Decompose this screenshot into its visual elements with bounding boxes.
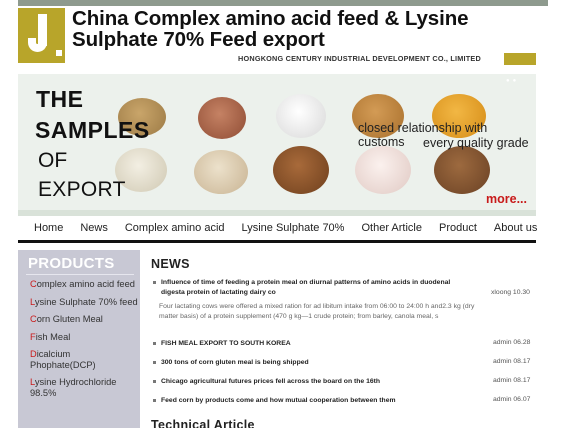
news-item[interactable]: Chicago agricultural futures prices fell… bbox=[153, 377, 380, 387]
news-meta: admin 08.17 bbox=[493, 358, 531, 365]
news-excerpt-line1: Four lactating cows were offered a mixed… bbox=[159, 303, 475, 310]
sidebar-item-lysine-sulphate[interactable]: Lysine Sulphate 70% feed bbox=[30, 297, 138, 308]
site-title-line1: China Complex amino acid feed & Lysine bbox=[72, 7, 469, 30]
news-item[interactable]: FISH MEAL EXPORT TO SOUTH KOREA bbox=[153, 339, 291, 349]
bullet-icon bbox=[153, 398, 156, 402]
nav-item-lysine-sulphate[interactable]: Lysine Sulphate 70% bbox=[242, 222, 345, 234]
banner-heading-of: OF bbox=[38, 149, 68, 172]
company-name: HONGKONG CENTURY INDUSTRIAL DEVELOPMENT … bbox=[238, 54, 481, 63]
sidebar-divider bbox=[26, 274, 134, 275]
banner: ●● THE SAMPLES OF EXPORT closed relation… bbox=[18, 74, 536, 214]
bullet-icon bbox=[153, 379, 156, 383]
news-meta: admin 06.07 bbox=[493, 396, 531, 403]
nav-item-news[interactable]: News bbox=[80, 222, 108, 234]
technical-article-title: Technical Article bbox=[151, 418, 255, 428]
banner-slogan-2: every quality grade bbox=[423, 136, 529, 150]
news-meta: admin 08.17 bbox=[493, 377, 531, 384]
nav-item-complex-amino-acid[interactable]: Complex amino acid bbox=[125, 222, 225, 234]
bullet-icon bbox=[153, 280, 156, 284]
sample-pile bbox=[194, 150, 248, 194]
sidebar-item-corn-gluten-meal[interactable]: Corn Gluten Meal bbox=[30, 314, 138, 325]
site-title-line2: Sulphate 70% Feed export bbox=[72, 28, 325, 51]
news-item-featured[interactable]: Influence of time of feeding a protein m… bbox=[153, 278, 533, 288]
banner-heading-samples: SAMPLES bbox=[35, 117, 150, 143]
sample-pile bbox=[276, 94, 326, 138]
site-title: China Complex amino acid feed & Lysine S… bbox=[72, 8, 542, 50]
nav-item-home[interactable]: Home bbox=[34, 222, 63, 234]
news-section-title: NEWS bbox=[151, 257, 190, 271]
banner-more-link[interactable]: more... bbox=[486, 192, 527, 206]
sample-pile bbox=[355, 146, 411, 194]
news-item-featured-line2[interactable]: digesta protein of lactating dairy co bbox=[161, 288, 276, 298]
site-logo[interactable] bbox=[18, 8, 65, 63]
news-item[interactable]: 300 tons of corn gluten meal is being sh… bbox=[153, 358, 309, 368]
sidebar-item-complex-amino-acid[interactable]: Complex amino acid feed bbox=[30, 279, 138, 290]
sample-pile bbox=[198, 97, 246, 139]
news-meta: admin 06.28 bbox=[493, 339, 531, 346]
banner-heading-export: EXPORT bbox=[38, 178, 126, 201]
top-bar bbox=[18, 0, 548, 6]
news-excerpt-line2: matter basis) of a protein supplement (4… bbox=[159, 313, 439, 320]
slide-dots-icon[interactable]: ●● bbox=[506, 78, 519, 84]
sidebar-product-list: Complex amino acid feed Lysine Sulphate … bbox=[30, 279, 138, 398]
header-accent-block bbox=[504, 53, 536, 65]
sidebar-title: PRODUCTS bbox=[28, 255, 115, 272]
nav-item-product[interactable]: Product bbox=[439, 222, 477, 234]
sample-pile bbox=[434, 146, 490, 194]
main-nav: Home News Complex amino acid Lysine Sulp… bbox=[18, 216, 537, 243]
sidebar-item-lysine-hydrochloride[interactable]: Lysine Hydrochloride 98.5% bbox=[30, 377, 138, 398]
bullet-icon bbox=[153, 360, 156, 364]
sidebar-item-dcp[interactable]: Dicalcium Phophate(DCP) bbox=[30, 349, 138, 370]
news-meta: xloong 10.30 bbox=[491, 289, 530, 296]
bullet-icon bbox=[153, 341, 156, 345]
nav-item-about-us[interactable]: About us bbox=[494, 222, 537, 234]
news-item[interactable]: Feed corn by products come and how mutua… bbox=[153, 396, 396, 406]
sample-pile bbox=[273, 146, 329, 194]
nav-item-other-article[interactable]: Other Article bbox=[361, 222, 422, 234]
products-sidebar: PRODUCTS Complex amino acid feed Lysine … bbox=[18, 250, 140, 428]
banner-heading-the: THE bbox=[36, 86, 84, 112]
sidebar-item-fish-meal[interactable]: Fish Meal bbox=[30, 332, 138, 343]
